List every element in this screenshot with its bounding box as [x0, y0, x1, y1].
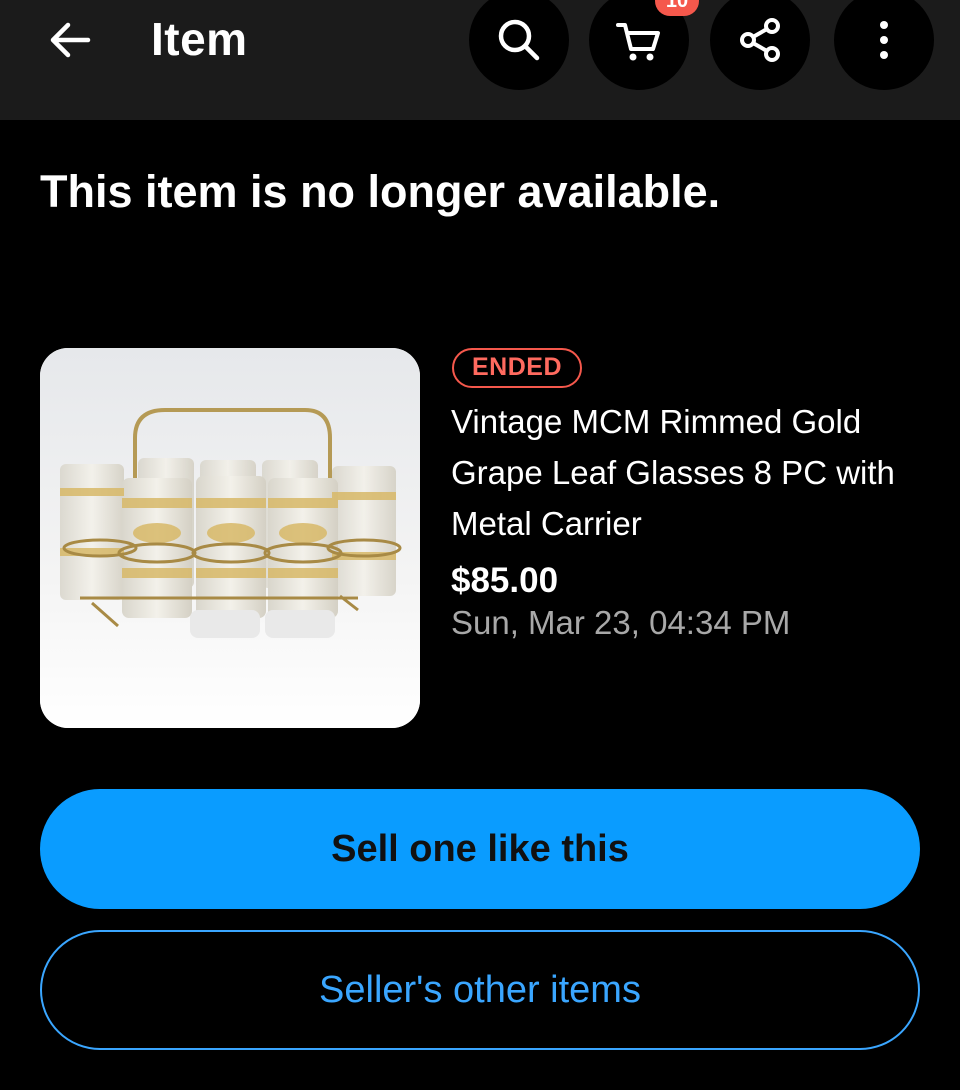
more-options-button[interactable] — [834, 0, 934, 90]
more-vertical-icon — [880, 21, 888, 59]
sell-one-like-this-label: Sell one like this — [331, 827, 629, 870]
search-button[interactable] — [469, 0, 569, 90]
item-title[interactable]: Vintage MCM Rimmed Gold Grape Leaf Glass… — [451, 396, 941, 549]
back-arrow-icon — [50, 22, 91, 58]
ended-status-badge: ENDED — [452, 348, 583, 388]
sellers-other-items-button[interactable]: Seller's other items — [40, 930, 920, 1050]
cart-count-badge: 10 — [655, 0, 699, 16]
share-button[interactable] — [710, 0, 810, 90]
share-icon — [740, 18, 780, 62]
back-button[interactable] — [40, 12, 100, 68]
page-title: Item — [151, 13, 248, 65]
sell-one-like-this-button[interactable]: Sell one like this — [40, 789, 920, 909]
item-price: $85.00 — [451, 561, 559, 600]
search-icon — [498, 19, 540, 61]
sellers-other-items-label: Seller's other items — [319, 968, 641, 1011]
glasses-carrier-image — [40, 348, 420, 728]
unavailable-headline: This item is no longer available. — [40, 166, 721, 217]
ended-date: Sun, Mar 23, 04:34 PM — [451, 604, 791, 641]
cart-icon — [616, 23, 660, 61]
item-photo[interactable] — [40, 348, 420, 728]
top-app-bar: Item 10 — [0, 0, 960, 120]
